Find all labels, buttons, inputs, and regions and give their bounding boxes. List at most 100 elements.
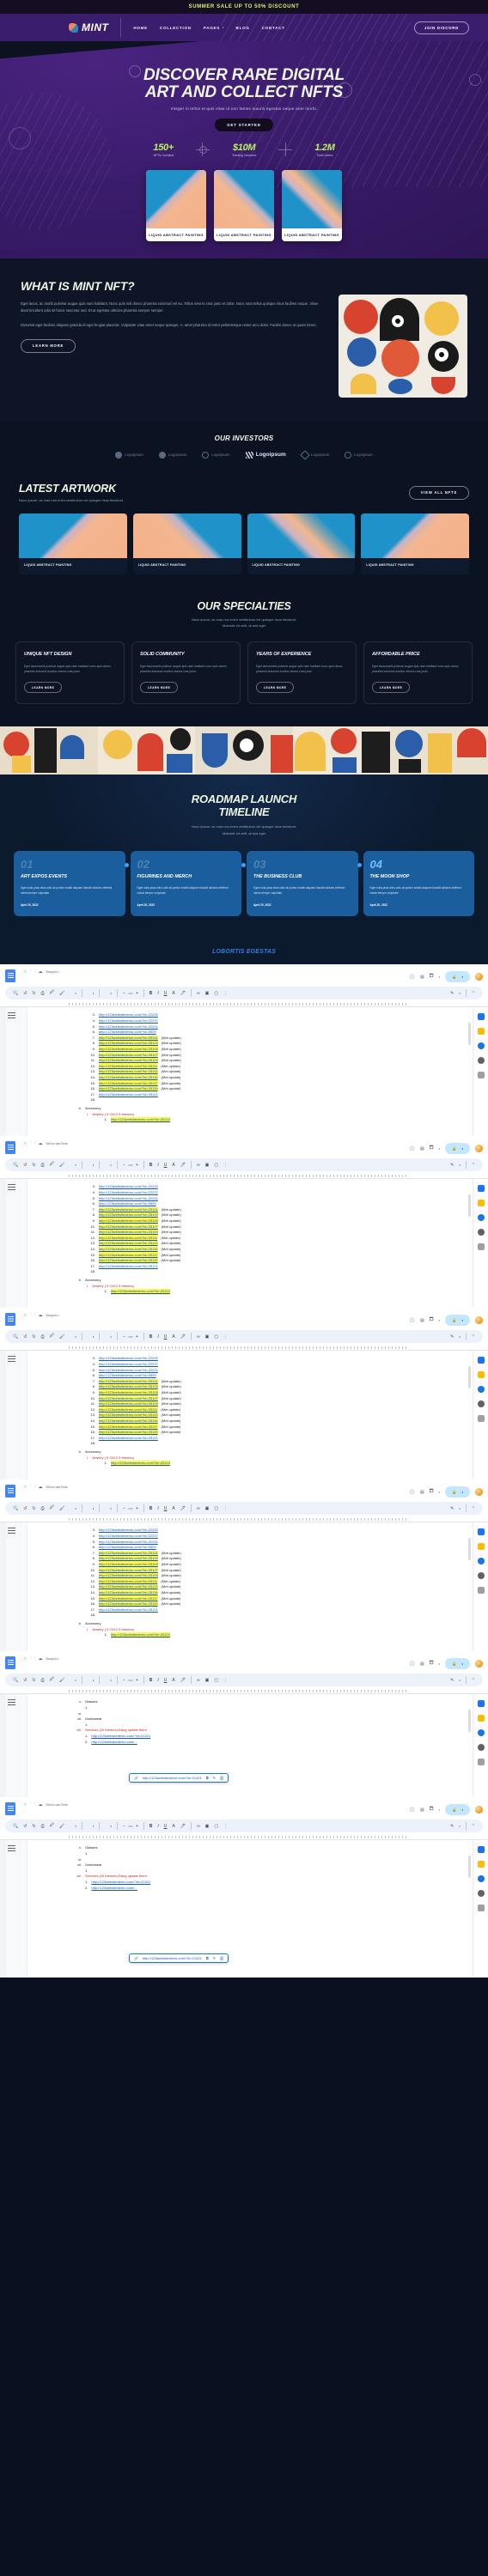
insert-image-icon[interactable]: ▢ — [211, 1824, 221, 1829]
google-contacts-icon[interactable] — [478, 1572, 485, 1580]
document-link[interactable]: http://123websitedemo.com/?id=22237 — [99, 1534, 158, 1540]
chevron-down-icon[interactable]: ▾ — [107, 1679, 114, 1682]
redo-icon[interactable]: ↻ — [29, 1163, 38, 1168]
italic-icon[interactable]: I — [155, 1506, 161, 1511]
highlight-icon[interactable]: 🖊 — [178, 1824, 188, 1829]
star-icon[interactable]: ☆ — [23, 1802, 27, 1807]
avatar[interactable] — [475, 973, 483, 981]
chevron-down-icon[interactable]: ▾ — [72, 1335, 79, 1339]
highlight-icon[interactable]: 🖊 — [178, 991, 188, 996]
hide-menus-icon[interactable]: ⌃ — [469, 1163, 478, 1168]
text-color-icon[interactable]: A — [169, 1824, 177, 1829]
document-link[interactable]: http://123websitedemo.com/?id=25105 — [99, 1390, 158, 1396]
document-link[interactable]: http://123websitedemo.com/?id=21421 — [91, 1734, 150, 1740]
document-link[interactable]: http://123websitedemo.com/?id=25109 — [99, 1058, 158, 1064]
bold-icon[interactable]: B — [147, 991, 156, 996]
document-link[interactable]: http://123websitedemo.com/?id=22241 — [99, 1368, 158, 1374]
google-calendar-icon[interactable] — [478, 1013, 485, 1021]
insert-link-icon[interactable]: ∞ — [194, 1163, 203, 1168]
chevron-down-icon[interactable]: ▾ — [461, 975, 463, 979]
text-color-icon[interactable]: A — [169, 1678, 177, 1683]
text-color-icon[interactable]: A — [169, 1163, 177, 1168]
italic-icon[interactable]: I — [155, 991, 161, 996]
chevron-down-icon[interactable]: ▾ — [107, 1825, 114, 1828]
document-link[interactable]: http://123websitedemo.com/?id=25111 — [99, 1406, 158, 1413]
chevron-down-icon[interactable]: ▾ — [72, 1825, 79, 1828]
meet-icon[interactable]: 🗖 — [430, 1489, 434, 1496]
document-link[interactable]: http://123websitedemo.com/?id=25115 — [99, 1590, 158, 1596]
spellcheck-icon[interactable]: 🖉 — [47, 1677, 57, 1684]
editing-mode-icon[interactable]: ✎ — [448, 1678, 456, 1683]
nft-card[interactable]: LIQUID ABSTRACT PAINTING — [282, 169, 342, 241]
share-button[interactable]: 🔒 ▾ — [445, 1804, 470, 1816]
chevron-down-icon[interactable]: ▾ — [107, 1163, 114, 1167]
document-link[interactable]: http://123websitedemo.com/?id=25115 — [99, 1075, 158, 1081]
document-link[interactable]: http://123websitedemo.com/?id=25107 — [99, 1224, 158, 1230]
scrollbar-thumb[interactable] — [468, 1856, 471, 1879]
document-link[interactable]: http://123websitedemo.com/?id=25103 — [99, 1556, 158, 1563]
add-ons-icon[interactable] — [478, 1905, 485, 1912]
redo-icon[interactable]: ↻ — [29, 1824, 38, 1829]
move-folder-icon[interactable]: 🗀 — [30, 1801, 34, 1808]
document-page[interactable]: 3. http://123websitedemo.com/?id=22232 4. h… — [27, 1351, 473, 1480]
undo-icon[interactable]: ↺ — [21, 1678, 29, 1683]
star-icon[interactable]: ☆ — [23, 1485, 27, 1490]
chevron-down-icon[interactable]: ▾ — [456, 1335, 463, 1339]
chevron-down-icon[interactable]: ▾ — [439, 1808, 441, 1812]
document-link[interactable]: http://123websitedemo.com/?id=21421 — [91, 1880, 150, 1886]
document-link[interactable]: http://123websitedemo.com/?id=9509 — [99, 1201, 156, 1207]
italic-icon[interactable]: I — [155, 1824, 161, 1829]
document-link[interactable]: http://123websitedemo.com/?id=25117 — [99, 1424, 158, 1431]
document-link[interactable]: http://123websitedemo.com/?id=25107 — [99, 1567, 158, 1574]
more-options-icon[interactable]: ⋮ — [221, 1334, 230, 1340]
bold-icon[interactable]: B — [147, 1334, 156, 1340]
gdoc-ruler[interactable] — [0, 1516, 488, 1523]
copy-link-icon[interactable]: ⧉ — [206, 1956, 209, 1960]
chevron-down-icon[interactable]: ▾ — [461, 1808, 463, 1812]
chevron-down-icon[interactable]: ▾ — [107, 1335, 114, 1339]
star-icon[interactable]: ☆ — [23, 1141, 27, 1146]
document-link[interactable]: http://123websitedemo.com/?id=25107 — [99, 1052, 158, 1059]
gdoc-ruler[interactable] — [0, 1001, 488, 1008]
chevron-down-icon[interactable]: ▾ — [90, 1679, 97, 1682]
paint-format-icon[interactable]: 🖌 — [57, 1678, 67, 1683]
spellcheck-icon[interactable]: 🖉 — [47, 990, 57, 997]
spellcheck-icon[interactable]: 🖉 — [47, 1823, 57, 1830]
document-link[interactable]: http://123websitedemo.com/?id=22232 — [99, 1012, 158, 1018]
print-icon[interactable]: ⎙ — [39, 1163, 47, 1168]
specialty-learn-more-button[interactable]: LEARN MORE — [372, 682, 411, 694]
hide-menus-icon[interactable]: ⌃ — [469, 1506, 478, 1511]
decrease-font-size-button[interactable]: − — [120, 991, 128, 996]
specialty-learn-more-button[interactable]: LEARN MORE — [24, 682, 63, 694]
chevron-down-icon[interactable]: ▾ — [72, 1507, 79, 1510]
document-link[interactable]: http://123websitedemo.com/?id=25121 — [99, 1092, 158, 1098]
document-link[interactable]: http://123websitedemo.com/?id=25109 — [99, 1230, 158, 1236]
document-link[interactable]: http://123websitedemo.com/?id=22232 — [99, 1528, 158, 1534]
insert-image-icon[interactable]: ▢ — [211, 991, 221, 996]
chevron-down-icon[interactable]: ▾ — [456, 1507, 463, 1510]
insert-image-icon[interactable]: ▢ — [211, 1334, 221, 1340]
insert-link-icon[interactable]: ∞ — [194, 1334, 203, 1340]
increase-font-size-button[interactable]: + — [133, 1163, 141, 1168]
document-link[interactable]: http://123websitedemo.com/?id=25103 — [99, 1041, 158, 1048]
bold-icon[interactable]: B — [147, 1824, 156, 1829]
artwork-card[interactable]: LIQUID ABSTRACT PAINTING — [247, 513, 356, 575]
add-comment-icon[interactable]: ▣ — [203, 1824, 212, 1829]
avatar[interactable] — [475, 1660, 483, 1668]
nav-item-home[interactable]: HOME — [133, 26, 148, 30]
print-icon[interactable]: ⎙ — [39, 1334, 47, 1340]
document-link[interactable]: http://123websitedemo.com/?id=25117 — [99, 1595, 158, 1602]
hide-menus-icon[interactable]: ⌃ — [469, 1678, 478, 1683]
google-keep-icon[interactable] — [478, 1371, 485, 1379]
chevron-down-icon[interactable]: ▾ — [439, 1319, 441, 1322]
bold-icon[interactable]: B — [147, 1163, 156, 1168]
redo-icon[interactable]: ↻ — [29, 991, 38, 996]
undo-icon[interactable]: ↺ — [21, 1824, 29, 1829]
document-link[interactable]: http://123websitedemo.com/?id=25101 — [99, 1378, 158, 1385]
document-page[interactable]: 3. http://123websitedemo.com/?id=22232 4. h… — [27, 1007, 473, 1137]
move-folder-icon[interactable]: 🗀 — [30, 1484, 34, 1491]
avatar[interactable] — [475, 1145, 483, 1153]
popup-url[interactable]: http://123websitedemo.com/?id=21421 — [143, 1776, 202, 1780]
artwork-card[interactable]: LIQUID ABSTRACT PAINTING — [361, 513, 469, 575]
scrollbar-thumb[interactable] — [468, 1710, 471, 1733]
